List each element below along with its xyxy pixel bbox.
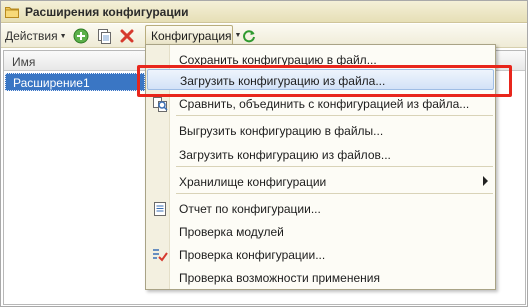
menu-separator <box>176 193 493 194</box>
menu-item-label: Загрузить конфигурацию из файлов... <box>179 148 391 162</box>
menu-item-export-config-to-files[interactable]: Выгрузить конфигурацию в файлы... <box>147 120 494 141</box>
configuration-extensions-window: Расширения конфигурации Действия ▼ Конфи… <box>0 0 528 307</box>
menu-item-check-config[interactable]: Проверка конфигурации... <box>147 244 494 265</box>
menu-item-config-repository[interactable]: Хранилище конфигурации <box>147 171 494 192</box>
configuration-label: Конфигурация <box>151 28 232 43</box>
menu-item-label: Проверка конфигурации... <box>179 248 326 262</box>
menu-item-check-applicability[interactable]: Проверка возможности применения <box>147 267 494 288</box>
menu-item-check-modules[interactable]: Проверка модулей <box>147 221 494 242</box>
window-title: Расширения конфигурации <box>25 5 189 19</box>
menu-item-label: Хранилище конфигурации <box>179 175 327 189</box>
menu-separator <box>176 166 493 167</box>
table-row[interactable]: Расширение1 <box>5 73 145 91</box>
highlight-annotation-box <box>137 65 512 97</box>
menu-item-label: Сравнить, объединить с конфигурацией из … <box>179 97 470 111</box>
configuration-menu-button[interactable]: Конфигурация ▼ <box>145 25 241 46</box>
menu-item-label: Выгрузить конфигурацию в файлы... <box>179 124 384 138</box>
menu-item-label: Проверка модулей <box>179 225 284 239</box>
folder-icon <box>5 5 19 18</box>
report-icon <box>152 201 168 217</box>
chevron-right-icon <box>483 176 488 186</box>
menu-item-label: Проверка возможности применения <box>179 271 380 285</box>
actions-label: Действия <box>5 29 58 43</box>
column-header-name[interactable]: Имя <box>12 55 35 69</box>
add-icon[interactable] <box>72 27 89 44</box>
compare-icon <box>152 96 168 112</box>
menu-item-label: Отчет по конфигурации... <box>179 202 321 216</box>
menu-separator <box>176 115 493 116</box>
actions-menu-button[interactable]: Действия ▼ <box>5 28 67 44</box>
delete-icon[interactable] <box>118 27 135 44</box>
copy-icon[interactable] <box>95 27 112 44</box>
row-name-cell: Расширение1 <box>13 76 90 90</box>
check-icon <box>152 247 168 263</box>
menu-item-load-config-from-files[interactable]: Загрузить конфигурацию из файлов... <box>147 144 494 165</box>
menu-item-config-report[interactable]: Отчет по конфигурации... <box>147 198 494 219</box>
chevron-down-icon: ▼ <box>59 33 67 40</box>
title-bar: Расширения конфигурации <box>1 1 527 23</box>
refresh-icon[interactable] <box>240 27 257 44</box>
